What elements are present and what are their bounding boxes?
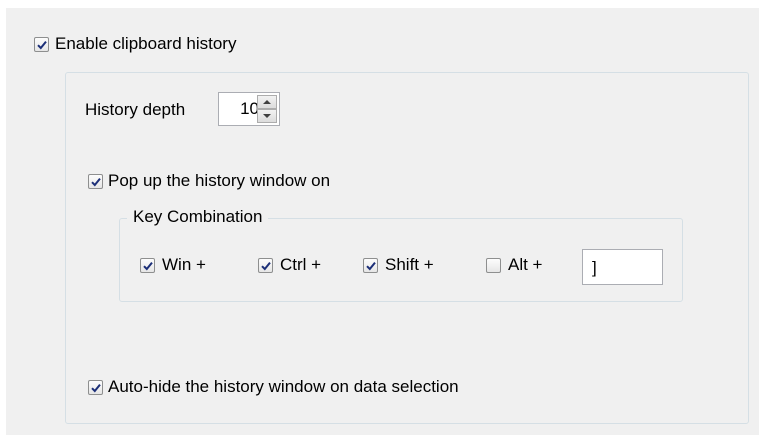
arrow-up-icon: [263, 100, 271, 104]
checkmark-icon: [365, 261, 376, 270]
ctrl-modifier-label: Ctrl +: [280, 255, 322, 274]
checkmark-icon: [90, 383, 101, 392]
shift-modifier-checkbox[interactable]: [363, 258, 378, 273]
auto-hide-checkbox[interactable]: [88, 380, 103, 395]
alt-modifier-label: Alt +: [508, 255, 543, 274]
checkmark-icon: [142, 261, 153, 270]
key-combination-title: Key Combination: [127, 207, 269, 227]
checkmark-icon: [260, 261, 271, 270]
history-depth-spinner[interactable]: 10: [218, 92, 280, 126]
history-depth-value[interactable]: 10: [223, 99, 259, 119]
checkmark-icon: [36, 40, 47, 49]
spin-up-button[interactable]: [257, 95, 277, 109]
enable-history-checkbox[interactable]: [34, 37, 49, 52]
ctrl-modifier-checkbox[interactable]: [258, 258, 273, 273]
hotkey-value[interactable]: ]: [592, 258, 597, 278]
popup-checkbox[interactable]: [88, 174, 103, 189]
hotkey-input[interactable]: ]: [582, 249, 663, 285]
win-modifier-label: Win +: [162, 255, 206, 274]
alt-modifier-checkbox[interactable]: [486, 258, 501, 273]
history-depth-label: History depth: [85, 100, 186, 119]
spin-down-button[interactable]: [257, 109, 277, 123]
win-modifier-checkbox[interactable]: [140, 258, 155, 273]
popup-label: Pop up the history window on: [108, 171, 331, 190]
auto-hide-label: Auto-hide the history window on data sel…: [108, 377, 459, 396]
shift-modifier-label: Shift +: [385, 255, 434, 274]
enable-history-label: Enable clipboard history: [55, 34, 237, 53]
checkmark-icon: [90, 177, 101, 186]
arrow-down-icon: [263, 114, 271, 118]
